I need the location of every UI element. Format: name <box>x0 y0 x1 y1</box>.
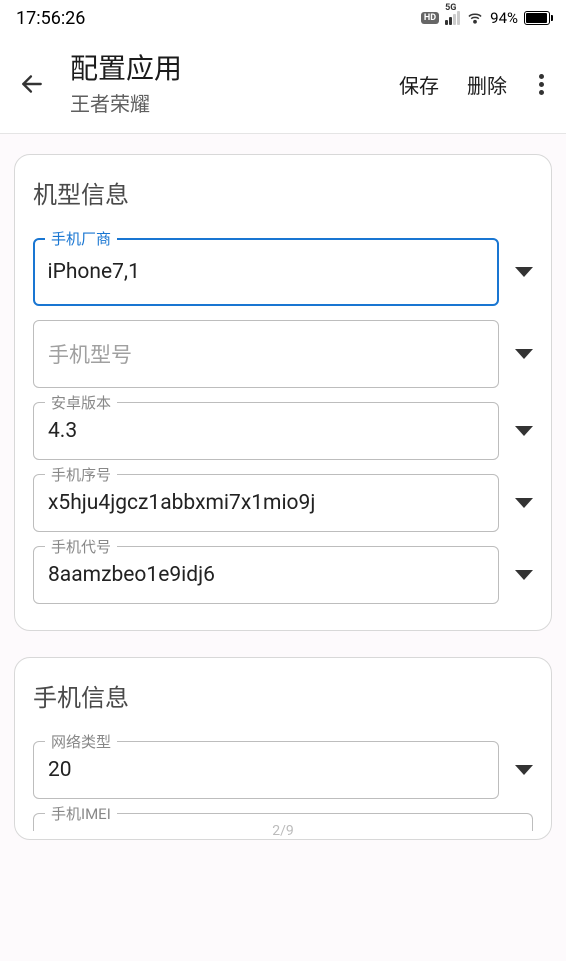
dropdown-icon[interactable] <box>515 267 533 277</box>
network-label: 5G <box>445 3 456 13</box>
overflow-menu-button[interactable] <box>535 70 548 99</box>
status-bar: 17:56:26 HD 5G 94% <box>0 0 566 36</box>
field-label: 手机厂商 <box>45 228 117 249</box>
device-info-title: 机型信息 <box>33 175 533 210</box>
device-info-card: 机型信息 手机厂商 iPhone7,1 手机型号 安卓版本 4.3 手机序号 <box>14 154 552 631</box>
status-icons: HD 5G 94% <box>421 9 550 27</box>
back-button[interactable] <box>18 70 46 98</box>
status-time: 17:56:26 <box>16 8 85 29</box>
content-area: 机型信息 手机厂商 iPhone7,1 手机型号 安卓版本 4.3 手机序号 <box>0 134 566 886</box>
battery-icon <box>524 11 550 25</box>
dropdown-icon[interactable] <box>515 349 533 359</box>
model-input[interactable]: 手机型号 <box>33 320 499 388</box>
wifi-icon <box>466 9 484 27</box>
signal-icon: 5G <box>445 11 460 25</box>
model-field[interactable]: 手机型号 <box>33 320 499 388</box>
field-label: 网络类型 <box>45 731 117 752</box>
dropdown-icon[interactable] <box>515 426 533 436</box>
serial-field[interactable]: 手机序号 x5hju4jgcz1abbxmi7x1mio9j <box>33 474 499 532</box>
dropdown-icon[interactable] <box>515 570 533 580</box>
field-label: 手机IMEI <box>45 803 117 824</box>
save-button[interactable]: 保存 <box>399 70 439 99</box>
delete-button[interactable]: 删除 <box>467 70 507 99</box>
hd-icon: HD <box>421 12 439 24</box>
network-type-field[interactable]: 网络类型 20 <box>33 741 499 799</box>
app-bar: 配置应用 王者荣耀 保存 删除 <box>0 36 566 133</box>
dropdown-icon[interactable] <box>515 765 533 775</box>
field-label: 手机代号 <box>45 536 117 557</box>
android-version-field[interactable]: 安卓版本 4.3 <box>33 402 499 460</box>
phone-info-title: 手机信息 <box>33 678 533 713</box>
phone-info-card: 手机信息 网络类型 20 手机IMEI 2/9 <box>14 657 552 840</box>
field-label: 安卓版本 <box>45 392 117 413</box>
imei-field[interactable]: 手机IMEI <box>33 813 533 831</box>
manufacturer-field[interactable]: 手机厂商 iPhone7,1 <box>33 238 499 306</box>
page-subtitle: 王者荣耀 <box>70 88 375 117</box>
field-label: 手机序号 <box>45 464 117 485</box>
title-block: 配置应用 王者荣耀 <box>70 52 375 117</box>
battery-percentage: 94% <box>490 9 518 27</box>
page-title: 配置应用 <box>70 52 375 86</box>
codename-field[interactable]: 手机代号 8aamzbeo1e9idj6 <box>33 546 499 604</box>
dropdown-icon[interactable] <box>515 498 533 508</box>
